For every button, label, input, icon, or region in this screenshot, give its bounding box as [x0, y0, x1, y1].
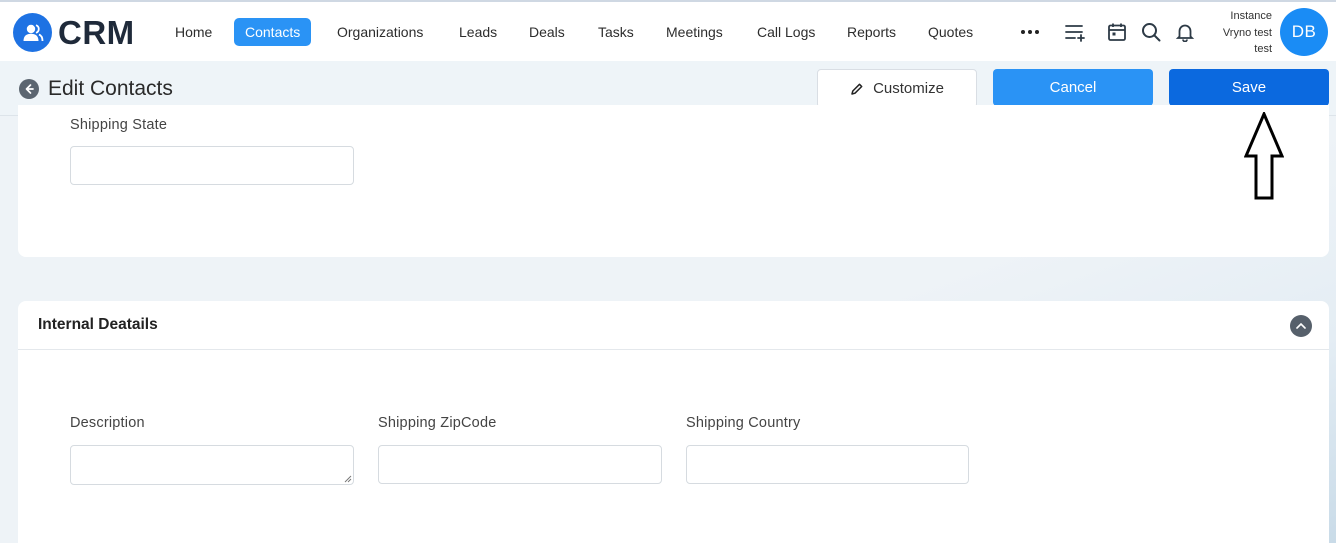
description-label: Description: [70, 415, 145, 431]
nav-home[interactable]: Home: [164, 18, 223, 46]
section-title: Internal Deatails: [38, 316, 158, 333]
crm-logo[interactable]: CRM: [13, 13, 135, 52]
address-section-card: Shipping State: [18, 105, 1329, 257]
top-navbar: CRM Home Contacts Organizations Leads De…: [0, 0, 1336, 61]
user-name-line: Instance: [1230, 10, 1272, 22]
more-dots-icon[interactable]: [1018, 20, 1042, 44]
page-title: Edit Contacts: [48, 77, 173, 100]
nav-reports[interactable]: Reports: [836, 18, 907, 46]
customize-label: Customize: [873, 80, 944, 97]
add-list-icon[interactable]: [1063, 20, 1087, 44]
nav-contacts[interactable]: Contacts: [234, 18, 312, 46]
nav-deals[interactable]: Deals: [518, 18, 576, 46]
section-divider: [18, 349, 1329, 350]
brand-name: CRM: [58, 13, 135, 51]
user-name-line: Vryno test: [1222, 26, 1272, 39]
shipping-state-input[interactable]: [70, 146, 354, 185]
annotation-up-arrow-icon: [1244, 112, 1284, 200]
user-display-name: Instance Vryno test test: [1202, 8, 1272, 58]
pencil-icon: [851, 83, 863, 95]
customize-button[interactable]: Customize: [817, 69, 977, 108]
internal-details-card: Internal Deatails Description Shipping Z…: [18, 301, 1329, 543]
contacts-logo-icon: [13, 13, 52, 52]
shipping-state-label: Shipping State: [70, 117, 168, 133]
back-arrow-icon[interactable]: [19, 79, 39, 99]
bell-icon[interactable]: [1173, 20, 1197, 44]
save-button[interactable]: Save: [1169, 69, 1329, 106]
cancel-button[interactable]: Cancel: [993, 69, 1153, 106]
nav-call-logs[interactable]: Call Logs: [746, 18, 826, 46]
resize-grip-icon[interactable]: [344, 475, 352, 483]
nav-tasks[interactable]: Tasks: [587, 18, 645, 46]
user-name-line: test: [1254, 43, 1272, 55]
shipping-country-input[interactable]: [686, 445, 969, 484]
search-icon[interactable]: [1139, 20, 1163, 44]
shipping-zipcode-input[interactable]: [378, 445, 662, 484]
nav-leads[interactable]: Leads: [448, 18, 508, 46]
nav-organizations[interactable]: Organizations: [326, 18, 434, 46]
shipping-country-label: Shipping Country: [686, 415, 801, 431]
chevron-up-icon[interactable]: [1290, 315, 1312, 337]
description-textarea[interactable]: [70, 445, 354, 485]
nav-meetings[interactable]: Meetings: [655, 18, 734, 46]
nav-quotes[interactable]: Quotes: [917, 18, 984, 46]
shipping-zipcode-label: Shipping ZipCode: [378, 415, 497, 431]
user-avatar[interactable]: DB: [1280, 8, 1328, 56]
calendar-icon[interactable]: [1105, 20, 1129, 44]
